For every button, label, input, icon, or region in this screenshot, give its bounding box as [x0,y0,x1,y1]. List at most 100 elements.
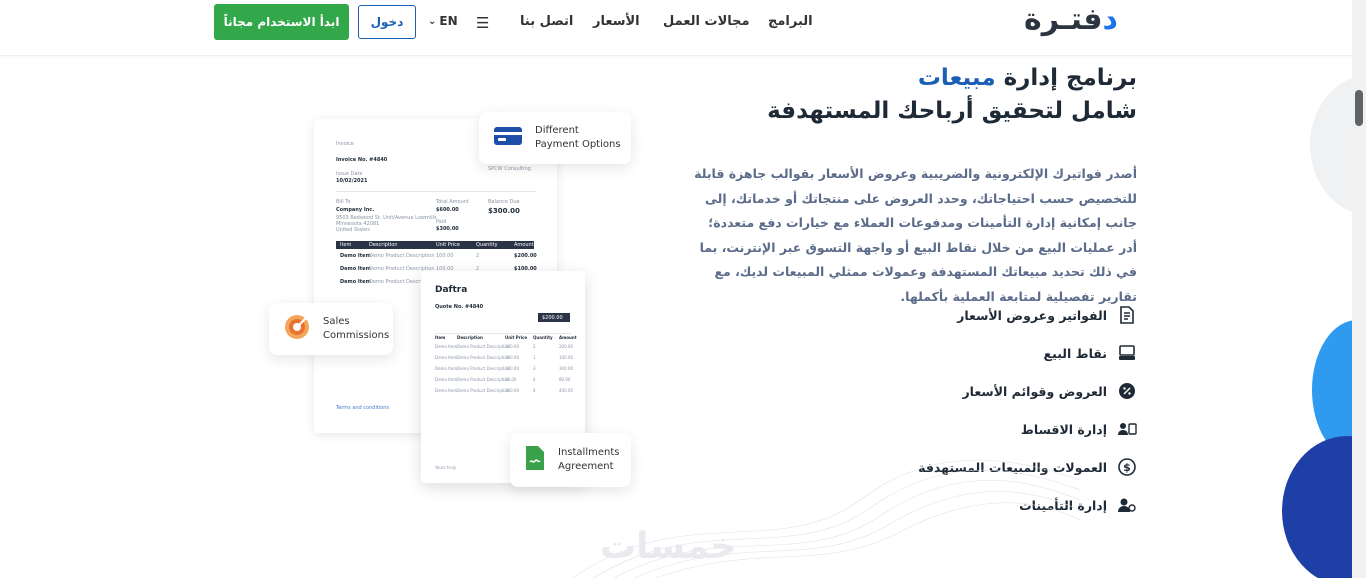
table-cell: 1 [533,355,536,360]
sales-commissions-card: Sales Commissions [269,303,393,355]
table-cell: 100.00 [505,366,519,371]
card-label-line: Different [535,125,579,136]
menu-icon[interactable]: ☰ [476,14,489,32]
issue-date: 10/02/2021 [336,178,368,184]
feature-label: نقاط البيع [1043,345,1107,361]
language-switcher[interactable]: ⌄ EN [428,14,458,28]
hero-title: برنامج إدارة مبيعات شامل لتحقيق أرباحك ا… [767,62,1137,128]
title-highlight: مبيعات [917,65,996,91]
company-from: SPCW Consulting [488,166,531,172]
column-header: Quantity [476,242,498,248]
page-scrollbar[interactable] [1352,0,1366,578]
table-cell: Demo Item [435,355,458,360]
feature-item: نقاط البيع [837,334,1137,372]
column-header: Unit Price [436,242,460,248]
bill-to-company: Company Inc. [336,207,375,213]
feature-item: العروض وقوائم الأسعار [837,372,1137,410]
table-cell: $200.00 [514,253,537,259]
table-cell: Demo Item [340,279,371,285]
paid-label: Paid [436,219,447,225]
column-header: Unit Price [505,335,528,340]
title-line-2: شامل لتحقيق أرباحك المستهدفة [767,98,1137,124]
invoice-icon [1117,305,1137,325]
table-cell: 300.00 [559,366,573,371]
column-header: Quantity [533,335,553,340]
balance-amount: $300.00 [488,207,520,215]
terms-link: Terms and conditions [336,405,390,411]
agreement-document-icon [524,444,546,476]
column-header: Amount [514,242,534,248]
table-cell: Demo Product Description [457,366,510,371]
total-label: Total Amount [436,199,469,205]
column-header: Description [457,335,483,340]
table-cell: 100.00 [505,388,519,393]
site-header: دفتـرة البرامج مجالات العمل الأسعار اتصل… [0,0,1352,56]
title-prefix: برنامج إدارة [995,65,1137,91]
language-label: EN [439,14,458,28]
nav-business-fields[interactable]: مجالات العمل [663,14,750,29]
address-line: United States [336,227,370,233]
nav-pricing[interactable]: الأسعار [593,14,640,29]
table-cell: 2 [533,344,536,349]
table-cell: 4 [533,377,536,382]
table-cell: 100.00 [505,344,519,349]
login-button[interactable]: دخول [358,5,416,39]
payment-options-card: Different Payment Options [479,112,631,164]
issue-date-label: Issue Date [336,171,363,177]
quote-total: $200.00 [542,315,563,321]
table-cell: 400.00 [559,388,573,393]
table-cell: Demo Item [435,388,458,393]
card-label-line: Installments [558,447,620,458]
credit-card-icon [493,124,523,152]
watermark: خمسات [600,526,737,567]
table-cell: 3 [533,366,536,371]
table-cell: Demo Item [435,344,458,349]
nav-contact[interactable]: اتصل بنا [520,14,573,29]
discount-icon [1117,381,1137,401]
installments-icon [1117,419,1137,439]
hero-description: أصدر فواتيرك الإلكترونية والضريبية وعروض… [694,166,1137,304]
feature-item: الفواتير وعروض الأسعار [837,296,1137,334]
table-cell: 100.00 [559,355,573,360]
total-amount: $600.00 [436,207,459,213]
table-cell: Demo Product Description [369,253,435,259]
quote-number: Quote No. #4840 [435,304,484,310]
commission-icon: $ [1117,457,1137,477]
table-cell: Demo Item [435,366,458,371]
table-cell: Demo Product Description [457,344,510,349]
table-cell: 100.00 [505,355,519,360]
card-label-line: Commissions [323,330,390,341]
divider [336,191,536,192]
table-cell: 2 [476,253,480,259]
daftra-logo[interactable]: دفتـرة [1024,2,1118,37]
pos-icon [1117,343,1137,363]
column-header: Description [369,242,398,248]
balance-label: Balance Due [488,199,520,205]
card-label-line: Sales [323,316,350,327]
signature-text: Yours truly [435,465,457,470]
invoice-title: Invoice [336,141,354,147]
table-cell: 20.00 [505,377,517,382]
bill-to-label: Bill To [336,199,351,205]
scrollbar-thumb[interactable] [1355,90,1363,126]
feature-label: العروض وقوائم الأسعار [962,383,1107,399]
start-free-button[interactable]: ابدأ الاستخدام مجاناً [214,4,349,40]
nav-programs[interactable]: البرامج [768,14,813,29]
daftra-brand-text: Daftra [435,285,468,295]
column-header: Item [435,335,446,340]
svg-text:$: $ [1123,461,1131,474]
card-label-line: Agreement [558,461,614,472]
table-cell: Demo Item [435,377,458,382]
target-icon [283,313,311,345]
table-cell: 200.00 [559,344,573,349]
invoice-number: Invoice No. #4840 [336,157,388,163]
column-header: Item [340,242,352,248]
table-cell: Demo Product Description [457,355,510,360]
table-cell: Demo Product Description [457,388,510,393]
table-cell: 80.00 [559,377,571,382]
insurance-icon [1117,495,1137,515]
table-cell: 4 [533,388,536,393]
table-cell: Demo Product Description [457,377,510,382]
feature-label: الفواتير وعروض الأسعار [957,307,1107,323]
divider [435,333,571,334]
